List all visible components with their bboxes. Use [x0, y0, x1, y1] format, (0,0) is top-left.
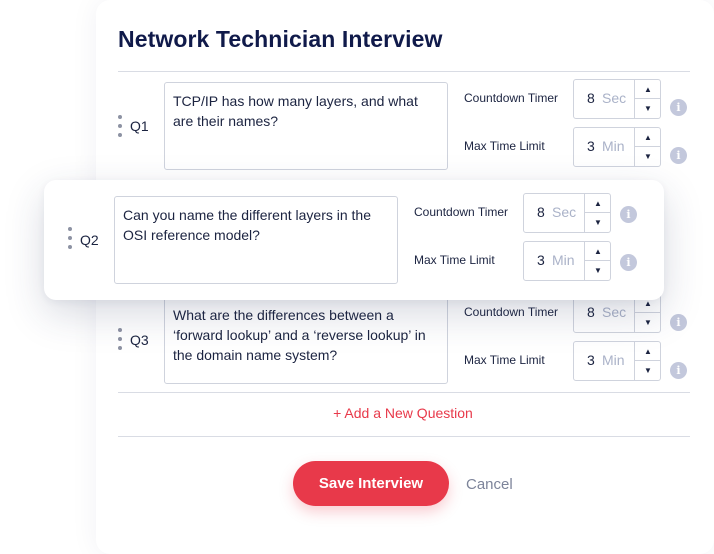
stepper-arrows: ▲ ▼ [634, 80, 661, 118]
question-text-input[interactable]: Can you name the different layers in the… [114, 196, 398, 284]
max-time-value: 3 [537, 252, 545, 268]
info-icon[interactable]: i [670, 99, 687, 116]
stepper-arrows: ▲ ▼ [584, 242, 611, 280]
countdown-timer-stepper[interactable]: 8 Sec ▲ ▼ [573, 79, 661, 119]
countdown-value: 8 [537, 204, 545, 220]
countdown-timer-label: Countdown Timer [414, 205, 509, 219]
save-interview-button[interactable]: Save Interview [293, 461, 449, 506]
drag-handle-icon[interactable] [118, 115, 122, 137]
max-time-limit-stepper[interactable]: 3 Min ▲ ▼ [573, 341, 661, 381]
countdown-timer-label: Countdown Timer [464, 305, 559, 319]
drag-handle-icon[interactable] [68, 227, 72, 249]
max-time-limit-stepper[interactable]: 3 Min ▲ ▼ [573, 127, 661, 167]
question-number: Q3 [130, 332, 149, 348]
countdown-value: 8 [587, 304, 595, 320]
countdown-unit: Sec [602, 90, 627, 106]
divider [118, 71, 690, 72]
chevron-up-icon[interactable]: ▲ [585, 242, 611, 261]
question-row-q2-dragging[interactable]: Q2 Can you name the different layers in … [44, 180, 664, 300]
max-time-unit: Min [552, 252, 575, 268]
chevron-up-icon[interactable]: ▲ [635, 342, 661, 361]
countdown-timer-stepper[interactable]: 8 Sec ▲ ▼ [523, 193, 611, 233]
chevron-down-icon[interactable]: ▼ [635, 313, 661, 332]
info-icon[interactable]: i [670, 314, 687, 331]
chevron-down-icon[interactable]: ▼ [585, 213, 611, 232]
chevron-up-icon[interactable]: ▲ [635, 80, 661, 99]
stepper-arrows: ▲ ▼ [634, 342, 661, 380]
chevron-down-icon[interactable]: ▼ [635, 361, 661, 380]
max-time-limit-label: Max Time Limit [464, 139, 545, 153]
chevron-up-icon[interactable]: ▲ [635, 128, 661, 147]
max-time-unit: Min [602, 138, 625, 154]
max-time-unit: Min [602, 352, 625, 368]
question-number: Q1 [130, 118, 149, 134]
info-icon[interactable]: i [670, 362, 687, 379]
chevron-down-icon[interactable]: ▼ [635, 147, 661, 166]
max-time-limit-stepper[interactable]: 3 Min ▲ ▼ [523, 241, 611, 281]
question-text-input[interactable]: TCP/IP has how many layers, and what are… [164, 82, 448, 170]
max-time-value: 3 [587, 352, 595, 368]
divider [118, 392, 690, 393]
info-icon[interactable]: i [620, 254, 637, 271]
info-icon[interactable]: i [670, 147, 687, 164]
chevron-down-icon[interactable]: ▼ [585, 261, 611, 280]
info-icon[interactable]: i [620, 206, 637, 223]
max-time-limit-label: Max Time Limit [414, 253, 495, 267]
countdown-timer-label: Countdown Timer [464, 91, 559, 105]
chevron-down-icon[interactable]: ▼ [635, 99, 661, 118]
divider [118, 436, 690, 437]
page-title: Network Technician Interview [118, 26, 443, 52]
max-time-value: 3 [587, 138, 595, 154]
add-question-link[interactable]: + Add a New Question [0, 405, 714, 421]
question-text-input[interactable]: What are the differences between a ‘forw… [164, 296, 448, 384]
countdown-value: 8 [587, 90, 595, 106]
countdown-unit: Sec [552, 204, 577, 220]
chevron-up-icon[interactable]: ▲ [585, 194, 611, 213]
question-number: Q2 [80, 232, 99, 248]
countdown-unit: Sec [602, 304, 627, 320]
max-time-limit-label: Max Time Limit [464, 353, 545, 367]
cancel-button[interactable]: Cancel [466, 476, 513, 493]
stepper-arrows: ▲ ▼ [634, 128, 661, 166]
drag-handle-icon[interactable] [118, 328, 122, 350]
stepper-arrows: ▲ ▼ [584, 194, 611, 232]
